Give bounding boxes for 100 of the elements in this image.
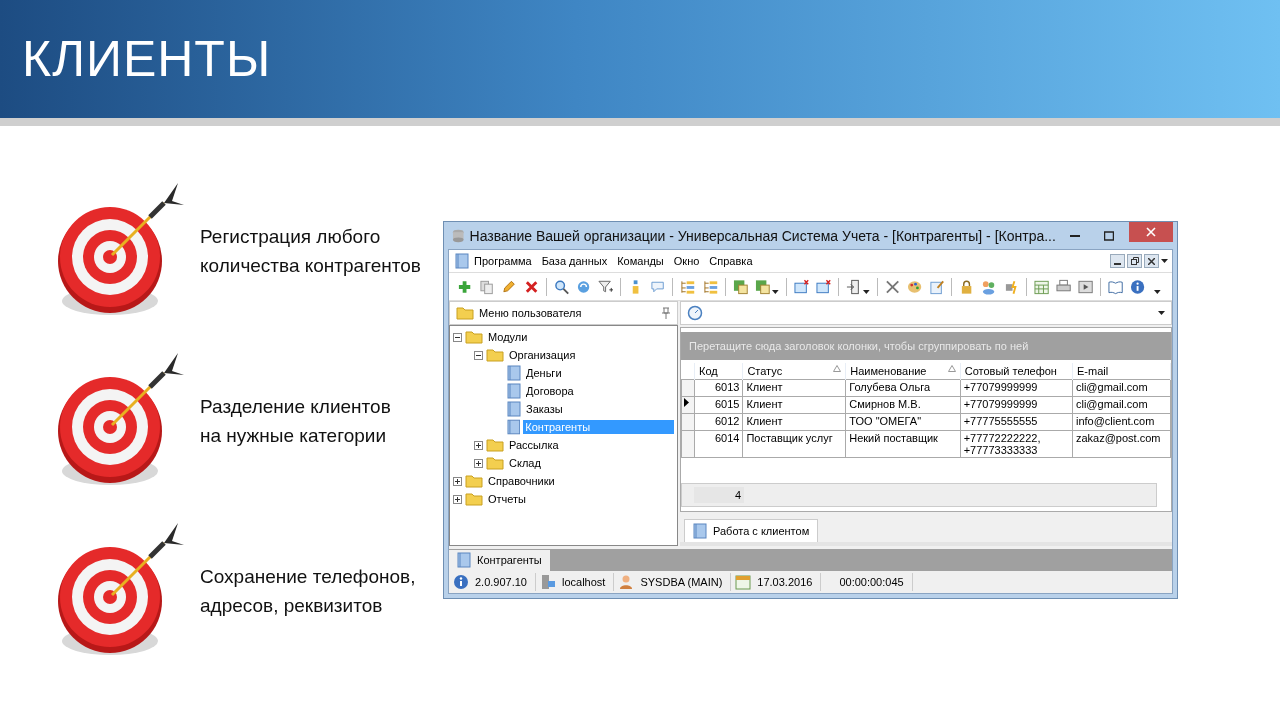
palette-icon[interactable] [906, 278, 923, 295]
collapse-icon[interactable] [453, 332, 462, 342]
expand-icon[interactable] [453, 494, 462, 504]
table-cell: Клиент [742, 379, 846, 397]
document-icon [506, 419, 521, 435]
plus-icon[interactable] [457, 278, 473, 295]
tree-item[interactable]: Справочники [486, 474, 557, 488]
calendar-icon[interactable] [1033, 278, 1049, 295]
tree-item[interactable]: Организация [507, 348, 578, 362]
table-cell: +77775555555 [960, 413, 1073, 431]
close-button[interactable] [1144, 254, 1159, 268]
slide-title: КЛИЕНТЫ [22, 30, 272, 88]
clock-icon[interactable] [687, 305, 703, 321]
column-header[interactable]: Наименование [850, 365, 927, 377]
table-cell: 6012 [694, 413, 743, 431]
restore-icon [1130, 257, 1139, 265]
expand-icon[interactable] [474, 458, 483, 468]
table-cell: cli@gmail.com [1072, 396, 1171, 414]
tree-item[interactable]: Договора [524, 384, 576, 398]
sort-icon[interactable] [833, 365, 842, 372]
folder-icon [456, 306, 474, 320]
expand-icon[interactable] [474, 440, 483, 450]
table-cell: Клиент [742, 396, 846, 414]
menu-item[interactable]: Команды [612, 255, 669, 267]
user-icon [618, 574, 635, 590]
table-cell: info@client.com [1072, 413, 1171, 431]
caret-icon[interactable] [1154, 289, 1162, 294]
window-icon[interactable] [815, 278, 831, 295]
row-count: 4 [694, 487, 744, 503]
tab[interactable]: Работа с клиентом [684, 519, 819, 542]
list-icon[interactable] [680, 278, 696, 295]
caret-icon[interactable] [772, 289, 779, 294]
folder-icon [486, 348, 504, 362]
menu-item[interactable]: База данных [536, 255, 613, 267]
feature-text: Сохранение телефонов, адресов, реквизитов [200, 565, 416, 618]
tree-item[interactable]: Склад [507, 456, 543, 470]
close-icon [1148, 257, 1155, 265]
column-header[interactable]: Статус [747, 365, 783, 377]
tree-item[interactable]: Отчеты [486, 492, 529, 506]
menu-item[interactable]: Программа [469, 255, 537, 267]
status-text: SYSDBA (MAIN) [640, 576, 723, 588]
table-cell: Смирнов М.В. [845, 396, 961, 414]
table-cell: +77772222222, +77773333333 [960, 430, 1073, 458]
delete-icon[interactable] [523, 278, 539, 295]
list-icon[interactable] [702, 278, 718, 295]
document-icon [457, 552, 471, 568]
info-icon[interactable] [1130, 278, 1146, 295]
table-cell: 6013 [694, 379, 743, 397]
collapse-icon[interactable] [474, 350, 483, 360]
folder-icon [465, 492, 483, 506]
feature-text: Разделение клиентов на нужные категории [200, 395, 391, 448]
sort-icon[interactable] [947, 365, 956, 372]
menu-item[interactable]: Справка [704, 255, 758, 267]
maximize-icon [1104, 230, 1115, 241]
tree-item[interactable]: Заказы [524, 402, 565, 416]
book-icon[interactable] [1108, 278, 1124, 295]
table-cell: zakaz@post.com [1072, 430, 1171, 458]
search-icon[interactable] [553, 278, 569, 295]
window-icon[interactable] [793, 278, 809, 295]
window-title: Название Вашей организации - Универсальная Система Учета - [Контрагенты] - [Контра... [469, 227, 1056, 244]
column-header[interactable]: Код [699, 365, 718, 377]
tree-item[interactable]: Рассылка [507, 438, 561, 452]
table-cell: Некий поставщик [845, 430, 961, 458]
pin-icon[interactable] [661, 307, 671, 319]
document-icon [507, 383, 521, 399]
tab[interactable]: Контрагенты [449, 550, 550, 571]
plug-icon[interactable] [1003, 278, 1019, 295]
caret-icon[interactable] [1158, 311, 1165, 315]
filter-icon[interactable] [598, 278, 614, 295]
calendar-icon [735, 574, 752, 590]
folder-icon [486, 456, 504, 470]
minimize-button[interactable] [1110, 254, 1125, 268]
close-icon [1145, 227, 1156, 237]
app-menu-icon [455, 253, 469, 269]
tree-item[interactable]: Деньги [524, 366, 564, 380]
menu-item[interactable]: Окно [668, 255, 705, 267]
caret-icon[interactable] [863, 289, 870, 294]
notepad-icon[interactable] [929, 278, 945, 295]
play-icon[interactable] [1078, 278, 1094, 295]
column-header[interactable]: E-mail [1076, 365, 1109, 377]
document-icon [693, 523, 707, 539]
table-cell: cli@gmail.com [1072, 379, 1171, 397]
database-icon [452, 228, 465, 243]
tree-item[interactable]: Модули [486, 330, 530, 344]
exit-icon[interactable] [845, 278, 862, 295]
pencil-icon[interactable] [501, 278, 517, 295]
table-cell: ТОО "ОМЕГА" [845, 413, 961, 431]
users-icon[interactable] [981, 278, 997, 295]
table-cell: 6014 [694, 430, 743, 458]
table-cell: +77079999999 [960, 379, 1073, 397]
caret-icon[interactable] [1161, 259, 1168, 263]
folder-icon [465, 474, 483, 488]
document-icon [507, 401, 521, 417]
column-header[interactable]: Сотовый телефон [964, 365, 1057, 377]
refresh-icon[interactable] [575, 278, 591, 295]
spreadsheet-icon[interactable] [732, 278, 748, 295]
restore-button[interactable] [1127, 254, 1142, 268]
folder-icon [486, 438, 504, 452]
folder-icon [465, 330, 483, 344]
expand-icon[interactable] [453, 476, 462, 486]
